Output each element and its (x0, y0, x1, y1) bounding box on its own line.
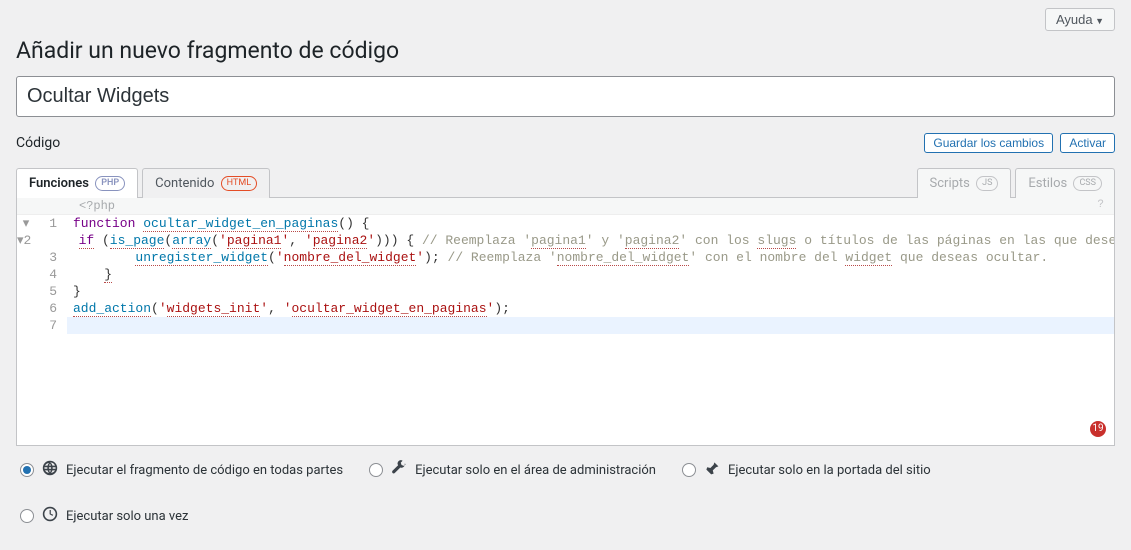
code-cmt: nombre_del_widget (557, 250, 690, 266)
tab-styles[interactable]: Estilos CSS (1015, 168, 1115, 198)
code-punc: () { (338, 216, 369, 231)
code-cmt: que deseas ocultar. (892, 250, 1048, 265)
page-title: Añadir un nuevo fragmento de código (16, 37, 1115, 64)
html-badge: HTML (221, 176, 257, 191)
code-fn: array (172, 233, 211, 249)
code-punc: } (104, 267, 112, 283)
code-cmt: ' con el nombre del (689, 250, 845, 265)
tab-functions-label: Funciones (29, 176, 89, 191)
code-punc: ); (424, 250, 447, 265)
js-badge: JS (976, 176, 998, 191)
scope-radio-everywhere[interactable] (20, 463, 34, 477)
tab-scripts-label: Scripts (930, 176, 970, 191)
code-section-label: Código (16, 135, 60, 151)
scope-label-once: Ejecutar solo una vez (66, 509, 188, 524)
editor-help-icon[interactable]: ? (1097, 199, 1104, 211)
wrench-icon (391, 460, 407, 480)
code-str: pagina2 (313, 233, 368, 249)
code-cmt: o títulos de las páginas en las que dese… (796, 233, 1114, 248)
tab-scripts[interactable]: Scripts JS (917, 168, 1012, 198)
code-kw: function (73, 216, 135, 231)
scope-label-admin: Ejecutar solo en el área de administraci… (415, 463, 656, 478)
code-str: widgets_init (167, 301, 261, 317)
tab-functions[interactable]: Funciones PHP (16, 168, 138, 198)
scope-label-everywhere: Ejecutar el fragmento de código en todas… (66, 463, 343, 478)
activate-button[interactable]: Activar (1060, 133, 1115, 153)
save-button[interactable]: Guardar los cambios (924, 133, 1053, 153)
scope-options: Ejecutar el fragmento de código en todas… (16, 446, 1115, 530)
code-cmt: // Reemplaza ' (422, 233, 531, 248)
code-cmt: ' y ' (586, 233, 625, 248)
tab-content-label: Contenido (155, 176, 214, 191)
tab-styles-label: Estilos (1028, 176, 1067, 191)
code-kw: if (79, 233, 95, 249)
scope-radio-admin[interactable] (369, 463, 383, 477)
code-punc: ))) { (375, 233, 422, 248)
code-str: ocultar_widget_en_paginas (292, 301, 487, 317)
code-cmt: pagina2 (625, 233, 680, 249)
scope-radio-once[interactable] (20, 509, 34, 523)
php-badge: PHP (95, 176, 125, 191)
css-badge: CSS (1073, 176, 1102, 191)
code-fn: ocultar_widget_en_paginas (143, 216, 338, 232)
code-fn: add_action (73, 301, 151, 317)
code-str: pagina1 (227, 233, 282, 249)
code-str: nombre_del_widget (284, 250, 417, 266)
error-count-badge[interactable]: 19 (1090, 421, 1106, 437)
code-fn: unregister_widget (135, 250, 268, 266)
code-cmt: // Reemplaza ' (448, 250, 557, 265)
code-cmt: ' con los (679, 233, 757, 248)
help-dropdown[interactable]: Ayuda (1045, 8, 1115, 31)
code-cmt: widget (845, 250, 892, 266)
scope-label-front: Ejecutar solo en la portada del sitio (728, 463, 931, 478)
code-fn: is_page (110, 233, 165, 249)
code-punc: } (73, 284, 81, 299)
code-cmt: slugs (757, 233, 796, 249)
pin-icon (704, 460, 720, 480)
clock-icon (42, 506, 58, 526)
globe-icon (42, 460, 58, 480)
tab-content[interactable]: Contenido HTML (142, 168, 270, 198)
scope-radio-front[interactable] (682, 463, 696, 477)
code-editor[interactable]: <?php ? ▾1function ocultar_widget_en_pag… (16, 198, 1115, 446)
code-punc: ); (494, 301, 510, 316)
php-open-tag: <?php (79, 199, 115, 213)
snippet-title-input[interactable] (16, 76, 1115, 117)
code-cmt: pagina1 (531, 233, 586, 249)
